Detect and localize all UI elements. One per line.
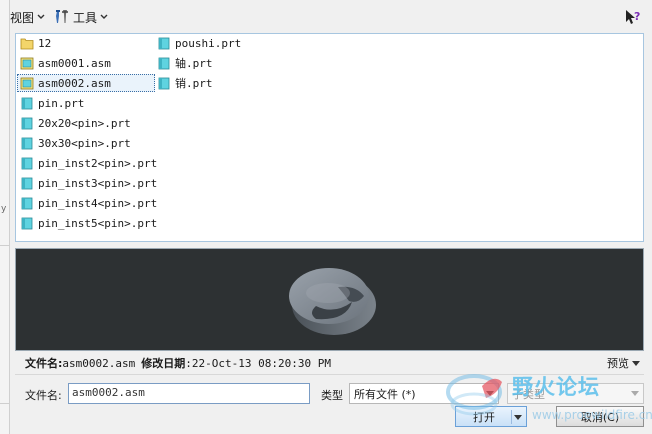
list-item-asm0001[interactable]: asm0001.asm	[18, 54, 114, 72]
triangle-down-icon	[632, 360, 640, 366]
filename-input[interactable]: asm0002.asm	[68, 383, 310, 404]
file-name: 20x20<pin>.prt	[38, 116, 131, 130]
watermark-text: 野火论坛	[512, 375, 600, 399]
preview-toggle-label: 预览	[607, 357, 629, 370]
watermark-url: www.proewildfire.cn	[532, 408, 652, 422]
file-name: asm0001.asm	[38, 56, 111, 70]
file-name: 30x30<pin>.prt	[38, 136, 131, 150]
part-file-icon	[21, 97, 33, 109]
list-item-asm0002[interactable]: asm0002.asm	[17, 74, 155, 92]
left-panel-edge: y	[0, 0, 10, 434]
file-type-value: 所有文件 (*)	[354, 387, 416, 401]
chevron-down-icon	[631, 391, 639, 396]
file-name: 轴.prt	[175, 57, 213, 70]
file-name: asm0002.asm	[38, 76, 111, 90]
part-file-icon	[21, 137, 33, 149]
svg-text:?: ?	[634, 10, 640, 23]
chevron-down-icon	[37, 14, 45, 19]
tools-menu-label: 工具	[73, 10, 98, 25]
list-item-pin-inst3[interactable]: pin_inst3<pin>.prt	[18, 174, 160, 192]
part-file-icon	[158, 77, 170, 89]
view-menu-button[interactable]: 视图	[10, 7, 45, 27]
tools-menu-button[interactable]: 工具	[54, 7, 108, 27]
list-item-xiao[interactable]: 销.prt	[155, 74, 216, 92]
part-file-icon	[21, 197, 33, 209]
preview-toggle[interactable]: 预览	[607, 355, 640, 371]
file-name: pin_inst2<pin>.prt	[38, 156, 158, 170]
view-menu-label: 视图	[10, 10, 35, 25]
list-item-20x20-pin[interactable]: 20x20<pin>.prt	[18, 114, 134, 132]
info-modified-value: :22-Oct-13 08:20:30 PM	[185, 356, 331, 370]
toolbar: 视图 工具 ?	[10, 0, 652, 33]
file-name: pin_inst4<pin>.prt	[38, 196, 158, 210]
file-name: pin_inst5<pin>.prt	[38, 216, 158, 230]
model-preview-render	[289, 268, 376, 335]
type-label: 类型	[321, 389, 343, 402]
info-filename-value: asm0002.asm	[62, 356, 136, 370]
open-button[interactable]: 打开	[455, 406, 527, 427]
chevron-down-icon	[100, 14, 108, 19]
part-file-icon	[158, 57, 170, 69]
folder-icon	[20, 38, 34, 49]
file-name: pin_inst3<pin>.prt	[38, 176, 158, 190]
split-divider	[511, 410, 512, 424]
file-name: poushi.prt	[175, 36, 242, 50]
left-panel-divider	[0, 245, 10, 246]
left-panel-divider	[0, 403, 10, 404]
chevron-down-icon	[486, 391, 494, 396]
file-name: 12	[38, 36, 52, 50]
file-name: pin.prt	[38, 96, 85, 110]
left-panel-marker: y	[1, 204, 7, 214]
list-item-pin-inst5[interactable]: pin_inst5<pin>.prt	[18, 214, 160, 232]
model-preview[interactable]	[15, 248, 644, 351]
file-list[interactable]: 12 asm0001.asm asm0002.asm pin.prt 20x20…	[15, 33, 644, 242]
list-item-pin-inst2[interactable]: pin_inst2<pin>.prt	[18, 154, 160, 172]
assembly-file-icon	[20, 77, 34, 89]
list-item-folder-12[interactable]: 12	[18, 34, 54, 52]
part-file-icon	[21, 157, 33, 169]
list-item-pin-inst4[interactable]: pin_inst4<pin>.prt	[18, 194, 160, 212]
list-item-pin[interactable]: pin.prt	[18, 94, 87, 112]
list-item-poushi[interactable]: poushi.prt	[155, 34, 244, 52]
tools-icon	[56, 10, 68, 23]
info-filename-label: 文件名:	[25, 357, 63, 370]
file-type-select[interactable]: 所有文件 (*)	[349, 383, 499, 404]
assembly-file-icon	[20, 57, 34, 69]
part-file-icon	[158, 37, 170, 49]
file-name: 销.prt	[175, 77, 213, 90]
part-file-icon	[21, 117, 33, 129]
chevron-down-icon[interactable]	[514, 415, 522, 420]
list-item-zhou[interactable]: 轴.prt	[155, 54, 216, 72]
file-info: 文件名: asm0002.asm 修改日期 :22-Oct-13 08:20:3…	[25, 355, 331, 371]
info-modified-label: 修改日期	[141, 357, 186, 370]
open-button-label: 打开	[473, 410, 495, 424]
whats-this-help-icon[interactable]: ?	[624, 8, 642, 26]
part-file-icon	[21, 177, 33, 189]
list-item-30x30-pin[interactable]: 30x30<pin>.prt	[18, 134, 134, 152]
filename-label: 文件名:	[25, 389, 62, 402]
part-file-icon	[21, 217, 33, 229]
